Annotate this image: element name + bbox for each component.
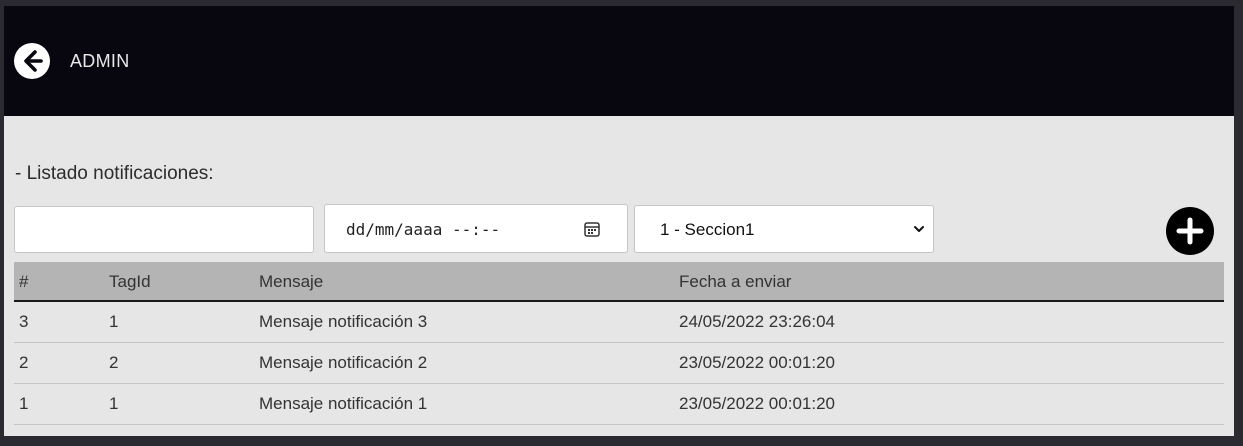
column-header-id[interactable]: # [19, 262, 28, 302]
column-header-tagid[interactable]: TagId [109, 262, 151, 302]
cell-mensaje: Mensaje notificación 2 [259, 353, 428, 372]
chevron-down-icon [914, 226, 924, 232]
cell-fecha: 23/05/2022 00:01:20 [679, 394, 835, 413]
list-title: - Listado notificaciones: [15, 163, 214, 184]
cell-tagid: 2 [109, 353, 119, 372]
table-row[interactable]: 3 1 Mensaje notificación 3 24/05/2022 23… [14, 302, 1224, 343]
back-button[interactable] [14, 43, 50, 79]
column-header-fecha[interactable]: Fecha a enviar [679, 262, 791, 302]
top-bar: ADMIN [4, 6, 1234, 116]
cell-mensaje: Mensaje notificación 1 [259, 394, 428, 413]
cell-id: 1 [19, 394, 29, 413]
notifications-table: # TagId Mensaje Fecha a enviar 3 1 Mensa… [14, 262, 1224, 425]
cell-fecha: 24/05/2022 23:26:04 [679, 312, 835, 331]
plus-circle-icon [1176, 217, 1204, 245]
section-select-value: 1 - Seccion1 [660, 220, 755, 239]
cell-tagid: 1 [109, 394, 119, 413]
table-row[interactable]: 2 2 Mensaje notificación 2 23/05/2022 00… [14, 343, 1224, 384]
column-header-mensaje[interactable]: Mensaje [259, 262, 323, 302]
cell-mensaje: Mensaje notificación 3 [259, 312, 428, 331]
cell-fecha: 23/05/2022 00:01:20 [679, 353, 835, 372]
add-notification-button[interactable] [1166, 207, 1214, 255]
calendar-icon[interactable] [583, 220, 601, 238]
table-header: # TagId Mensaje Fecha a enviar [14, 262, 1224, 302]
table-row[interactable]: 1 1 Mensaje notificación 1 23/05/2022 00… [14, 384, 1224, 425]
cell-tagid: 1 [109, 312, 119, 331]
app-window: ADMIN - Listado notificaciones: dd/mm/aa… [4, 6, 1234, 436]
datetime-input[interactable]: dd/mm/aaaa --:-- [324, 204, 628, 253]
app-title: ADMIN [70, 51, 130, 71]
cell-id: 2 [19, 353, 29, 372]
cell-id: 3 [19, 312, 29, 331]
arrow-left-circle-icon [24, 50, 43, 72]
section-select[interactable]: 1 - Seccion1 [634, 205, 934, 253]
datetime-placeholder: dd/mm/aaaa --:-- [346, 220, 501, 239]
message-input[interactable] [14, 206, 314, 253]
